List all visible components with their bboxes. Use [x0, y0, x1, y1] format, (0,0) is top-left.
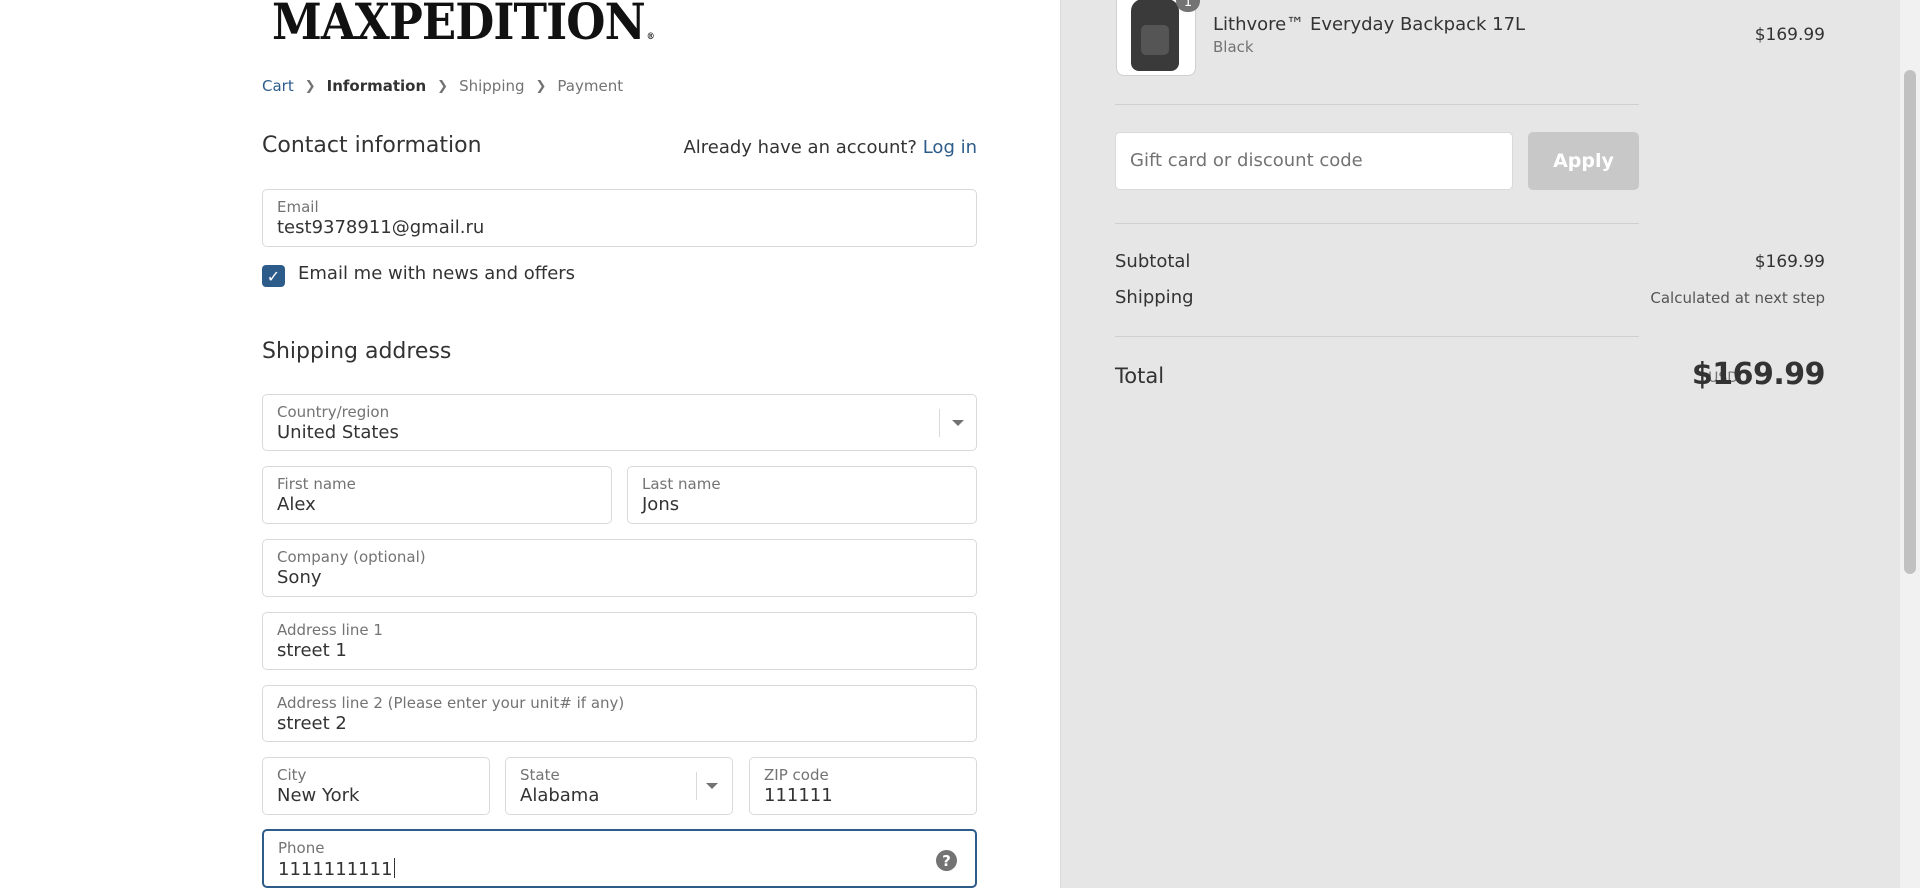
newsletter-checkbox[interactable]: ✓ — [262, 265, 285, 287]
order-summary: 1 Lithvore™ Everyday Backpack 17L Black … — [1060, 0, 1900, 888]
country-select[interactable]: Country/region United States — [262, 394, 977, 451]
divider — [1115, 336, 1639, 337]
total-label: Total — [1115, 364, 1165, 388]
phone-label: Phone — [278, 839, 325, 857]
address2-label: Address line 2 (Please enter your unit# … — [277, 694, 625, 712]
shipping-label: Shipping — [1115, 287, 1194, 308]
address2-value: street 2 — [277, 713, 347, 734]
shipping-title: Shipping address — [262, 339, 452, 364]
company-value: Sony — [277, 567, 322, 588]
divider — [1115, 104, 1639, 105]
scrollbar-thumb[interactable] — [1904, 70, 1916, 574]
zip-field[interactable]: ZIP code 111111 — [749, 757, 977, 815]
backpack-image — [1131, 0, 1179, 71]
product-variant: Black — [1213, 38, 1254, 56]
chevron-down-icon — [952, 420, 964, 426]
country-value: United States — [277, 422, 399, 443]
newsletter-label[interactable]: Email me with news and offers — [298, 263, 575, 284]
check-icon: ✓ — [266, 266, 281, 286]
text-caret — [393, 858, 395, 878]
contact-title: Contact information — [262, 133, 482, 158]
phone-field[interactable]: Phone 1111111111 ? — [262, 829, 977, 888]
discount-placeholder: Gift card or discount code — [1130, 150, 1363, 171]
help-icon[interactable]: ? — [936, 850, 957, 871]
address1-field[interactable]: Address line 1 street 1 — [262, 612, 977, 670]
breadcrumb-payment: Payment — [557, 77, 624, 95]
account-prompt-text: Already have an account? — [683, 137, 917, 158]
email-value: test9378911@gmail.ru — [277, 217, 485, 238]
apply-button[interactable]: Apply — [1528, 132, 1639, 190]
city-field[interactable]: City New York — [262, 757, 490, 815]
address1-label: Address line 1 — [277, 621, 383, 639]
state-select[interactable]: State Alabama — [505, 757, 733, 815]
brand-logo[interactable]: MAXPEDITION ® — [272, 0, 655, 51]
subtotal-label: Subtotal — [1115, 251, 1191, 272]
discount-code-input[interactable]: Gift card or discount code — [1115, 132, 1513, 190]
reg-mark: ® — [646, 32, 655, 42]
last-name-label: Last name — [642, 475, 721, 493]
divider — [1115, 223, 1639, 224]
breadcrumb-information: Information — [326, 77, 427, 95]
city-label: City — [277, 766, 307, 784]
state-label: State — [520, 766, 560, 784]
last-name-field[interactable]: Last name Jons — [627, 466, 977, 524]
zip-value: 111111 — [764, 785, 833, 806]
city-value: New York — [277, 785, 360, 806]
breadcrumb-cart[interactable]: Cart — [262, 77, 294, 95]
shipping-value: Calculated at next step — [1650, 289, 1825, 307]
account-prompt: Already have an account? Log in — [683, 137, 977, 158]
company-label: Company (optional) — [277, 548, 426, 566]
subtotal-value: $169.99 — [1754, 252, 1825, 272]
select-divider — [939, 409, 940, 437]
total-value: $169.99 — [1691, 357, 1826, 392]
first-name-field[interactable]: First name Alex — [262, 466, 612, 524]
chevron-right-icon: ❯ — [437, 78, 449, 94]
breadcrumb: Cart ❯ Information ❯ Shipping ❯ Payment — [262, 77, 623, 95]
last-name-value: Jons — [642, 494, 680, 515]
page-scrollbar[interactable] — [1900, 0, 1920, 888]
address2-field[interactable]: Address line 2 (Please enter your unit# … — [262, 685, 977, 742]
email-field[interactable]: Email test9378911@gmail.ru — [262, 189, 977, 247]
checkout-main: MAXPEDITION ® Cart ❯ Information ❯ Shippi… — [0, 0, 1060, 888]
chevron-right-icon: ❯ — [535, 78, 547, 94]
product-price: $169.99 — [1754, 25, 1825, 45]
address1-value: street 1 — [277, 640, 347, 661]
chevron-down-icon — [706, 783, 718, 789]
zip-label: ZIP code — [764, 766, 829, 784]
phone-value-text: 1111111111 — [278, 859, 393, 880]
company-field[interactable]: Company (optional) Sony — [262, 539, 977, 597]
first-name-value: Alex — [277, 494, 316, 515]
first-name-label: First name — [277, 475, 356, 493]
logo-text: MAXPEDITION — [272, 0, 646, 51]
chevron-right-icon: ❯ — [304, 78, 316, 94]
product-name: Lithvore™ Everyday Backpack 17L — [1213, 14, 1526, 35]
breadcrumb-shipping: Shipping — [459, 77, 525, 95]
email-label: Email — [277, 198, 319, 216]
state-value: Alabama — [520, 785, 600, 806]
login-link[interactable]: Log in — [923, 137, 977, 158]
phone-value: 1111111111 — [278, 858, 395, 880]
select-divider — [696, 772, 697, 800]
country-label: Country/region — [277, 403, 390, 421]
